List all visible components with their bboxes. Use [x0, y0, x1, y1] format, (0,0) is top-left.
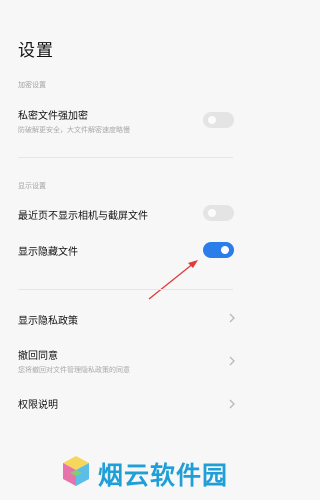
page-title: 设置	[18, 41, 54, 61]
settings-page: 设置 加密设置 私密文件强加密 防破解更安全，大文件解密速度略慢 显示设置 最近…	[0, 0, 251, 500]
link-row-revoke-consent[interactable]: 撤回同意 您将撤回对文件管理隐私政策的同意	[0, 342, 251, 380]
setting-title: 私密文件强加密	[18, 111, 88, 122]
setting-title: 撤回同意	[18, 351, 58, 362]
section-label-display: 显示设置	[18, 182, 46, 190]
chevron-right-icon	[229, 356, 235, 366]
setting-title: 显示隐私政策	[18, 316, 78, 327]
section-label-encryption: 加密设置	[18, 81, 46, 89]
setting-title: 最近页不显示相机与截屏文件	[18, 211, 148, 222]
link-row-privacy-policy[interactable]: 显示隐私政策	[0, 305, 251, 331]
setting-subtitle: 您将撤回对文件管理隐私政策的同意	[18, 366, 130, 374]
toggle-knob	[208, 116, 216, 124]
watermark-text: 烟云软件园	[98, 461, 229, 490]
setting-row-show-hidden-files[interactable]: 显示隐藏文件	[0, 236, 251, 262]
strong-encryption-toggle[interactable]	[203, 112, 234, 128]
red-arrow-icon	[148, 260, 198, 300]
setting-subtitle: 防破解更安全，大文件解密速度略慢	[18, 126, 130, 134]
toggle-knob	[221, 246, 229, 254]
section-divider	[18, 157, 233, 158]
toggle-knob	[208, 209, 216, 217]
section-divider	[18, 289, 233, 290]
chevron-right-icon	[229, 313, 235, 323]
chevron-right-icon	[229, 399, 235, 409]
setting-title: 显示隐藏文件	[18, 247, 78, 258]
setting-row-strong-encryption[interactable]: 私密文件强加密 防破解更安全，大文件解密速度略慢	[0, 100, 251, 140]
show-hidden-files-toggle[interactable]	[203, 242, 234, 258]
setting-row-hide-camera-screenshots[interactable]: 最近页不显示相机与截屏文件	[0, 200, 251, 226]
setting-title: 权限说明	[18, 400, 58, 411]
hide-camera-screenshots-toggle[interactable]	[203, 205, 234, 221]
watermark: 烟云软件园	[58, 450, 248, 496]
link-row-permissions[interactable]: 权限说明	[0, 390, 251, 416]
cube-logo-icon	[63, 456, 89, 486]
